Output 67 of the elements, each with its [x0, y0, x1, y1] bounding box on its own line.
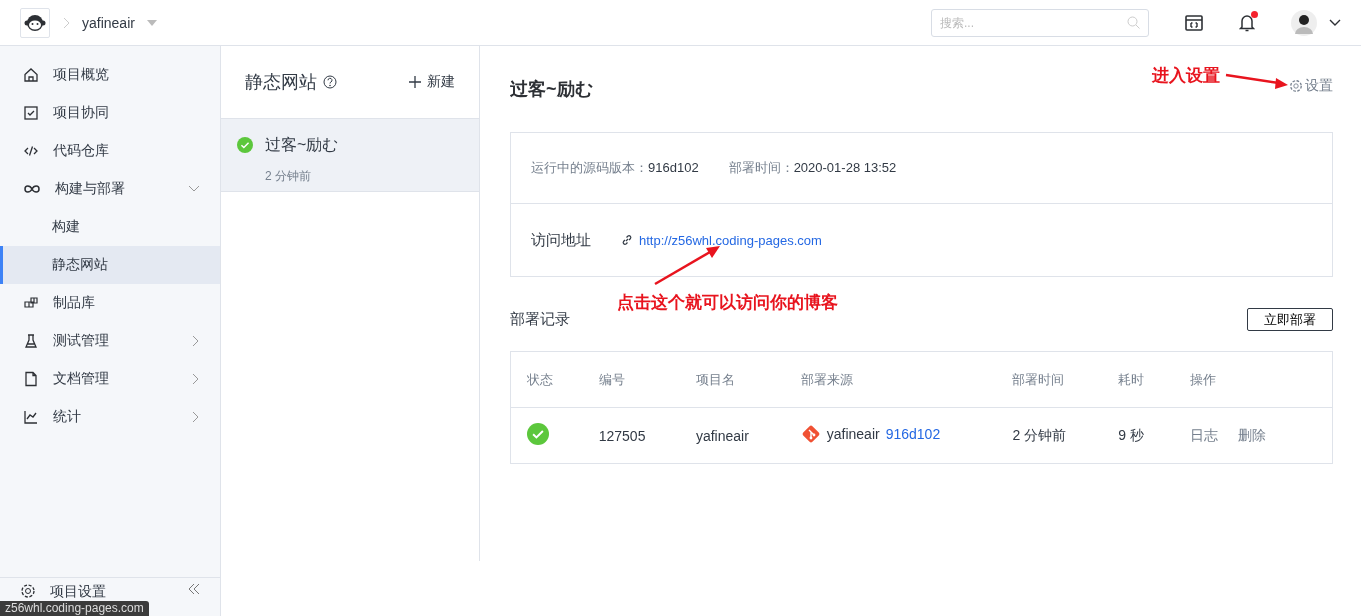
- sidebar-item[interactable]: 项目设置: [50, 583, 174, 601]
- chevron-down-icon: [1329, 18, 1341, 27]
- avatar-icon[interactable]: [1291, 9, 1317, 36]
- search-icon: [1127, 15, 1140, 29]
- settings-link[interactable]: 设置: [1289, 77, 1333, 95]
- table-cell: yafineair: [679, 407, 785, 464]
- infinity-icon: [23, 183, 41, 195]
- new-button[interactable]: 新建: [409, 73, 455, 91]
- sidebar-subitem[interactable]: 静态网站: [0, 246, 220, 284]
- chevron-right-icon: [62, 16, 70, 29]
- column-header: 部署时间: [996, 351, 1103, 408]
- site-name: 过客~励む: [265, 135, 340, 155]
- sidebar-item[interactable]: 构建与部署: [0, 170, 220, 208]
- info-text: 运行中的源码版本：916d102: [531, 159, 699, 177]
- search-field[interactable]: 搜索...: [931, 8, 1149, 37]
- column-header: 操作: [1173, 351, 1333, 408]
- collapse-icon[interactable]: [188, 583, 200, 595]
- bell-icon: [1239, 13, 1255, 32]
- column-header: 项目名: [679, 351, 785, 408]
- sidebar-subitem[interactable]: 构建: [0, 208, 220, 246]
- sidebar-item[interactable]: 统计: [0, 398, 220, 436]
- annotation-text: 点击这个就可以访问你的博客: [617, 292, 838, 314]
- annotation-text: 进入设置: [1152, 65, 1220, 87]
- settings-icon: [20, 583, 36, 599]
- address-label: 访问地址: [531, 230, 591, 250]
- home-icon: [23, 67, 39, 83]
- sidebar-item[interactable]: 文档管理: [0, 360, 220, 398]
- site-title: 过客~励む: [510, 78, 593, 101]
- project-selector[interactable]: yafineair: [82, 14, 135, 31]
- checkbox-icon: [23, 105, 39, 121]
- sidebar-item[interactable]: 测试管理: [0, 322, 220, 360]
- column-header: 部署来源: [784, 351, 997, 408]
- document-icon: [23, 371, 39, 387]
- plus-icon: [409, 76, 421, 88]
- help-icon: [323, 75, 337, 89]
- action-link[interactable]: 删除: [1237, 426, 1266, 443]
- caret-down-icon: [146, 19, 157, 26]
- sidebar-item[interactable]: 代码仓库: [0, 132, 220, 170]
- calendar-icon[interactable]: [1185, 14, 1203, 31]
- line-chart-icon: [23, 409, 39, 425]
- column-header: 状态: [510, 351, 583, 408]
- sidebar-item[interactable]: 制品库: [0, 284, 220, 322]
- repo-name: yafineair: [826, 426, 880, 442]
- logo-icon[interactable]: [20, 7, 50, 38]
- site-url-link[interactable]: http://z56whl.coding-pages.com: [639, 232, 822, 248]
- blocks-icon: [23, 295, 39, 311]
- settings-icon: [1289, 79, 1303, 93]
- site-list-item[interactable]: 过客~励む 2 分钟前: [221, 119, 479, 192]
- commit-link[interactable]: 916d102: [885, 426, 941, 442]
- status-bar-url: z56whl.coding-pages.com: [0, 601, 149, 616]
- sidebar-item[interactable]: 项目协同: [0, 94, 220, 132]
- flask-icon: [23, 333, 39, 349]
- deploy-button[interactable]: 立即部署: [1247, 308, 1333, 331]
- action-link[interactable]: 日志: [1189, 426, 1218, 443]
- info-text: 部署时间：2020-01-28 13:52: [728, 159, 897, 177]
- table-cell: 127505: [582, 407, 680, 464]
- sidebar-item[interactable]: 项目概览: [0, 56, 220, 94]
- face-icon: [24, 13, 46, 32]
- column-header: 耗时: [1102, 351, 1174, 408]
- section-title: 部署记录: [510, 310, 570, 329]
- column-header: 编号: [582, 351, 680, 408]
- table-cell: 9 秒: [1102, 407, 1174, 464]
- notification-button[interactable]: [1239, 13, 1255, 32]
- link-icon: [621, 234, 633, 246]
- site-time: 2 分钟前: [265, 168, 312, 185]
- table-cell: 2 分钟前: [996, 407, 1103, 464]
- panel-title: 静态网站: [245, 71, 317, 94]
